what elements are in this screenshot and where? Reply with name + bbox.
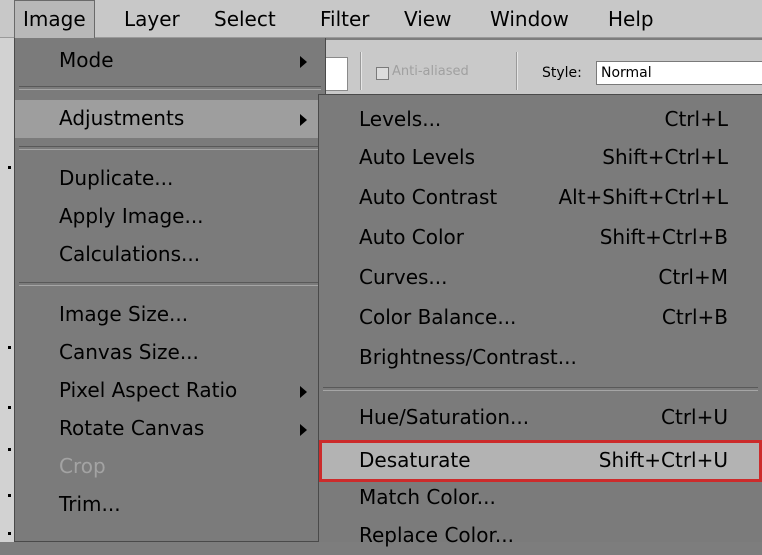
menu-item-adjustments[interactable]: Adjustments bbox=[15, 100, 325, 138]
marker bbox=[8, 166, 11, 169]
menu-item-label: Auto Levels bbox=[359, 145, 476, 169]
menu-item-label: Crop bbox=[59, 454, 106, 478]
menu-item-label: Trim... bbox=[59, 492, 121, 516]
shortcut-label: Shift+Ctrl+L bbox=[602, 145, 728, 169]
menu-item-rotate-canvas[interactable]: Rotate Canvas bbox=[15, 410, 325, 448]
menu-item-label: Image Size... bbox=[59, 302, 189, 326]
style-label: Style: bbox=[542, 65, 582, 81]
shortcut-label: Ctrl+U bbox=[661, 405, 728, 429]
shortcut-label: Shift+Ctrl+B bbox=[599, 225, 728, 249]
anti-aliased-label: Anti-aliased bbox=[392, 64, 469, 79]
menu-layer[interactable]: Layer bbox=[116, 0, 188, 38]
menu-item-image-size[interactable]: Image Size... bbox=[15, 296, 325, 334]
submenu-arrow-icon bbox=[300, 386, 307, 398]
marker bbox=[8, 346, 11, 349]
adjustments-submenu: Levels... Ctrl+L Auto Levels Shift+Ctrl+… bbox=[318, 94, 762, 547]
menu-item-pixel-aspect-ratio[interactable]: Pixel Aspect Ratio bbox=[15, 372, 325, 410]
marker bbox=[8, 406, 11, 409]
menu-filter[interactable]: Filter bbox=[312, 0, 378, 38]
menu-item-label: Duplicate... bbox=[59, 166, 174, 190]
image-menu: Mode Adjustments Duplicate... Apply Imag… bbox=[14, 38, 326, 542]
menu-item-label: Canvas Size... bbox=[59, 340, 199, 364]
menu-item-apply-image[interactable]: Apply Image... bbox=[15, 198, 325, 236]
marker bbox=[8, 532, 11, 535]
menu-item-auto-color[interactable]: Auto Color Shift+Ctrl+B bbox=[319, 219, 762, 257]
shortcut-label: Ctrl+L bbox=[664, 107, 729, 131]
shortcut-label: Ctrl+M bbox=[658, 265, 728, 289]
menu-item-label: Levels... bbox=[359, 107, 442, 131]
anti-aliased-checkbox[interactable] bbox=[376, 67, 389, 80]
menu-item-trim[interactable]: Trim... bbox=[15, 486, 325, 524]
menu-help[interactable]: Help bbox=[600, 0, 662, 38]
options-bar: Anti-aliased Style: Normal bbox=[320, 40, 762, 100]
menu-separator bbox=[323, 387, 758, 391]
submenu-arrow-icon bbox=[300, 114, 307, 126]
menu-item-label: Curves... bbox=[359, 265, 448, 289]
menu-item-label: Calculations... bbox=[59, 242, 201, 266]
menu-item-label: Match Color... bbox=[359, 485, 496, 509]
menu-item-match-color[interactable]: Match Color... bbox=[319, 479, 762, 517]
shortcut-label: Alt+Shift+Ctrl+L bbox=[558, 185, 728, 209]
submenu-arrow-icon bbox=[300, 56, 307, 68]
menu-select[interactable]: Select bbox=[206, 0, 284, 38]
left-panel-edge bbox=[0, 38, 14, 542]
shortcut-label: Ctrl+B bbox=[661, 305, 728, 329]
divider bbox=[516, 52, 518, 90]
menu-item-desaturate[interactable]: Desaturate Shift+Ctrl+U bbox=[319, 440, 762, 482]
menu-image[interactable]: Image bbox=[14, 0, 95, 38]
menu-item-label: Auto Color bbox=[359, 225, 465, 249]
divider bbox=[360, 52, 362, 90]
menu-window[interactable]: Window bbox=[482, 0, 577, 38]
menu-item-replace-color[interactable]: Replace Color... bbox=[319, 517, 762, 555]
menu-item-label: Auto Contrast bbox=[359, 185, 498, 209]
submenu-arrow-icon bbox=[300, 424, 307, 436]
menu-item-duplicate[interactable]: Duplicate... bbox=[15, 160, 325, 198]
menu-item-label: Apply Image... bbox=[59, 204, 204, 228]
tool-size-field[interactable] bbox=[324, 57, 348, 91]
menu-item-hue-saturation[interactable]: Hue/Saturation... Ctrl+U bbox=[319, 399, 762, 437]
menu-item-canvas-size[interactable]: Canvas Size... bbox=[15, 334, 325, 372]
menu-item-label: Adjustments bbox=[59, 106, 185, 130]
menu-item-label: Pixel Aspect Ratio bbox=[59, 378, 238, 402]
menu-item-brightness-contrast[interactable]: Brightness/Contrast... bbox=[319, 339, 762, 377]
menu-item-label: Replace Color... bbox=[359, 523, 514, 547]
shortcut-label: Shift+Ctrl+U bbox=[598, 448, 728, 472]
menu-item-auto-contrast[interactable]: Auto Contrast Alt+Shift+Ctrl+L bbox=[319, 179, 762, 217]
menu-view[interactable]: View bbox=[396, 0, 459, 38]
menu-item-label: Hue/Saturation... bbox=[359, 405, 530, 429]
menu-item-levels[interactable]: Levels... Ctrl+L bbox=[319, 101, 762, 139]
marker bbox=[8, 494, 11, 497]
menu-item-mode[interactable]: Mode bbox=[15, 42, 325, 80]
menu-item-label: Mode bbox=[59, 48, 114, 72]
menu-item-label: Rotate Canvas bbox=[59, 416, 205, 440]
menu-item-calculations[interactable]: Calculations... bbox=[15, 236, 325, 274]
style-select[interactable]: Normal bbox=[596, 61, 762, 85]
menu-separator bbox=[19, 86, 321, 90]
menubar: Image Layer Select Filter View Window He… bbox=[0, 0, 762, 38]
menu-item-label: Desaturate bbox=[359, 448, 471, 472]
menu-item-curves[interactable]: Curves... Ctrl+M bbox=[319, 259, 762, 297]
marker bbox=[8, 448, 11, 451]
menu-separator bbox=[19, 146, 321, 150]
menu-separator bbox=[19, 282, 321, 286]
menu-item-label: Brightness/Contrast... bbox=[359, 345, 577, 369]
menu-item-label: Color Balance... bbox=[359, 305, 517, 329]
menu-item-auto-levels[interactable]: Auto Levels Shift+Ctrl+L bbox=[319, 139, 762, 177]
menu-item-crop: Crop bbox=[15, 448, 325, 486]
menu-item-color-balance[interactable]: Color Balance... Ctrl+B bbox=[319, 299, 762, 337]
